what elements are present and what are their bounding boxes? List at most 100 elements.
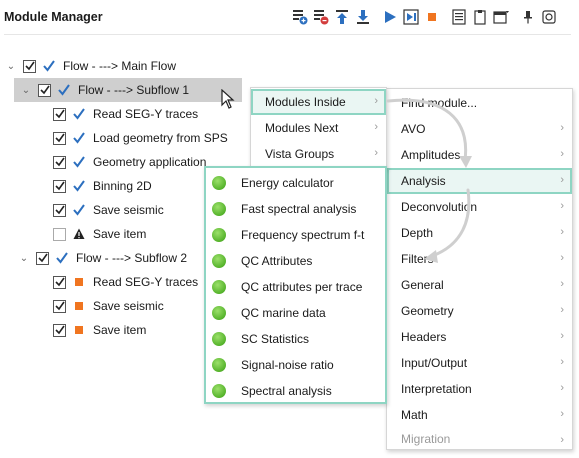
checkbox[interactable] bbox=[53, 107, 66, 121]
tree-row-label: Save item bbox=[93, 227, 147, 241]
tree-row-module[interactable]: Load geometry from SPS bbox=[53, 126, 228, 150]
menu-item-modules-next[interactable]: Modules Next › bbox=[251, 115, 386, 141]
pin-icon[interactable] bbox=[519, 7, 537, 27]
collapse-icon[interactable]: ⌄ bbox=[18, 252, 30, 264]
check-icon bbox=[72, 203, 86, 217]
checkbox[interactable] bbox=[53, 299, 66, 313]
pending-icon bbox=[72, 323, 86, 337]
tree-row-module[interactable]: Geometry application bbox=[53, 150, 206, 174]
menu-item-label: Math bbox=[401, 408, 428, 422]
checkbox[interactable] bbox=[23, 59, 36, 73]
menu-item-label: Deconvolution bbox=[401, 200, 478, 214]
stop-icon[interactable] bbox=[423, 7, 441, 27]
chevron-right-icon: › bbox=[560, 226, 564, 238]
checkbox[interactable] bbox=[53, 155, 66, 169]
clipboard-icon[interactable] bbox=[471, 7, 489, 27]
tree-row-subflow-2[interactable]: ⌄ Flow - ---> Subflow 2 bbox=[18, 246, 187, 270]
chevron-right-icon: › bbox=[374, 121, 378, 133]
tree-row-main-flow[interactable]: ⌄ Flow - ---> Main Flow bbox=[5, 54, 176, 78]
menu-item-module[interactable]: Spectral analysis bbox=[206, 378, 385, 404]
tree-row-label: Save item bbox=[93, 323, 147, 337]
toolbar bbox=[291, 6, 561, 28]
menu-item-deconvolution[interactable]: Deconvolution › bbox=[387, 194, 572, 220]
menu-item-find-module[interactable]: Find module... bbox=[387, 90, 572, 116]
checkbox[interactable] bbox=[53, 179, 66, 193]
checkbox[interactable] bbox=[53, 275, 66, 289]
menu-item-module[interactable]: Frequency spectrum f-t bbox=[206, 222, 385, 248]
tree-row-module[interactable]: Read SEG-Y traces bbox=[53, 270, 198, 294]
chevron-right-icon: › bbox=[560, 382, 564, 394]
checkbox[interactable] bbox=[38, 83, 51, 97]
menu-item-label: QC Attributes bbox=[241, 254, 313, 268]
menu-item-module[interactable]: Energy calculator bbox=[206, 170, 385, 196]
chevron-right-icon: › bbox=[560, 252, 564, 264]
tree-row-module[interactable]: Save item bbox=[53, 318, 146, 342]
menu-item-label: QC attributes per trace bbox=[241, 280, 363, 294]
menu-item-amplitudes[interactable]: Amplitudes › bbox=[387, 142, 572, 168]
add-module-icon[interactable] bbox=[291, 7, 309, 27]
menu-item-modules-inside[interactable]: Modules Inside › bbox=[251, 89, 386, 115]
tree-row-module[interactable]: Save item bbox=[53, 222, 146, 246]
category-menu: Find module... AVO › Amplitudes › Analysis… bbox=[386, 88, 573, 450]
menu-item-module[interactable]: SC Statistics bbox=[206, 326, 385, 352]
context-menu: Modules Inside › Modules Next › Vista Grou… bbox=[250, 87, 387, 169]
menu-item-module[interactable]: Fast spectral analysis bbox=[206, 196, 385, 222]
module-status-icon bbox=[212, 306, 226, 320]
list-icon[interactable] bbox=[450, 7, 468, 27]
checkbox[interactable] bbox=[53, 227, 66, 241]
menu-item-label: Modules Next bbox=[265, 121, 339, 135]
collapse-icon[interactable]: ⌄ bbox=[5, 60, 17, 72]
menu-item-filters[interactable]: Filters › bbox=[387, 246, 572, 272]
menu-item-depth[interactable]: Depth › bbox=[387, 220, 572, 246]
checkbox[interactable] bbox=[53, 323, 66, 337]
menu-item-module[interactable]: QC Attributes bbox=[206, 248, 385, 274]
menu-item-interpretation[interactable]: Interpretation › bbox=[387, 376, 572, 402]
run-step-icon[interactable] bbox=[402, 7, 420, 27]
chevron-right-icon: › bbox=[374, 95, 378, 107]
menu-item-headers[interactable]: Headers › bbox=[387, 324, 572, 350]
run-icon[interactable] bbox=[381, 7, 399, 27]
module-status-icon bbox=[212, 332, 226, 346]
menu-item-label: Interpretation bbox=[401, 382, 472, 396]
tree-row-module[interactable]: Save seismic bbox=[53, 198, 164, 222]
module-status-icon bbox=[212, 202, 226, 216]
menu-item-label: Fast spectral analysis bbox=[241, 202, 357, 216]
menu-item-label: Headers bbox=[401, 330, 447, 344]
menu-item-migration[interactable]: Migration › bbox=[387, 428, 572, 450]
menu-item-math[interactable]: Math › bbox=[387, 402, 572, 428]
window-icon[interactable] bbox=[492, 7, 510, 27]
tree-row-module[interactable]: Save seismic bbox=[53, 294, 164, 318]
tree-row-label: Read SEG-Y traces bbox=[93, 107, 199, 121]
menu-item-input-output[interactable]: Input/Output › bbox=[387, 350, 572, 376]
chevron-right-icon: › bbox=[374, 147, 378, 159]
chevron-right-icon: › bbox=[560, 278, 564, 290]
menu-item-label: Energy calculator bbox=[241, 176, 334, 190]
tree-row-label: Flow - ---> Subflow 2 bbox=[76, 251, 188, 265]
tree-row-subflow-1[interactable]: ⌄ Flow - ---> Subflow 1 bbox=[14, 78, 242, 102]
menu-item-avo[interactable]: AVO › bbox=[387, 116, 572, 142]
check-icon bbox=[55, 251, 69, 265]
menu-item-module[interactable]: QC marine data bbox=[206, 300, 385, 326]
menu-item-module[interactable]: QC attributes per trace bbox=[206, 274, 385, 300]
move-down-icon[interactable] bbox=[354, 7, 372, 27]
module-status-icon bbox=[212, 254, 226, 268]
checkbox[interactable] bbox=[53, 131, 66, 145]
tree-row-module[interactable]: Binning 2D bbox=[53, 174, 152, 198]
menu-item-label: Geometry bbox=[401, 304, 454, 318]
menu-item-label: Frequency spectrum f-t bbox=[241, 228, 365, 242]
close-icon[interactable] bbox=[540, 7, 558, 27]
move-up-icon[interactable] bbox=[333, 7, 351, 27]
checkbox[interactable] bbox=[53, 203, 66, 217]
menu-item-module[interactable]: Signal-noise ratio bbox=[206, 352, 385, 378]
menu-item-label: AVO bbox=[401, 122, 426, 136]
menu-item-general[interactable]: General › bbox=[387, 272, 572, 298]
menu-item-geometry[interactable]: Geometry › bbox=[387, 298, 572, 324]
collapse-icon[interactable]: ⌄ bbox=[20, 84, 32, 96]
checkbox[interactable] bbox=[36, 251, 49, 265]
menu-item-label: Signal-noise ratio bbox=[241, 358, 334, 372]
tree-row-module[interactable]: Read SEG-Y traces bbox=[53, 102, 198, 126]
remove-module-icon[interactable] bbox=[312, 7, 330, 27]
tree-row-label: Load geometry from SPS bbox=[93, 131, 228, 145]
menu-item-vista-groups[interactable]: Vista Groups › bbox=[251, 141, 386, 167]
menu-item-analysis[interactable]: Analysis › bbox=[387, 168, 572, 194]
